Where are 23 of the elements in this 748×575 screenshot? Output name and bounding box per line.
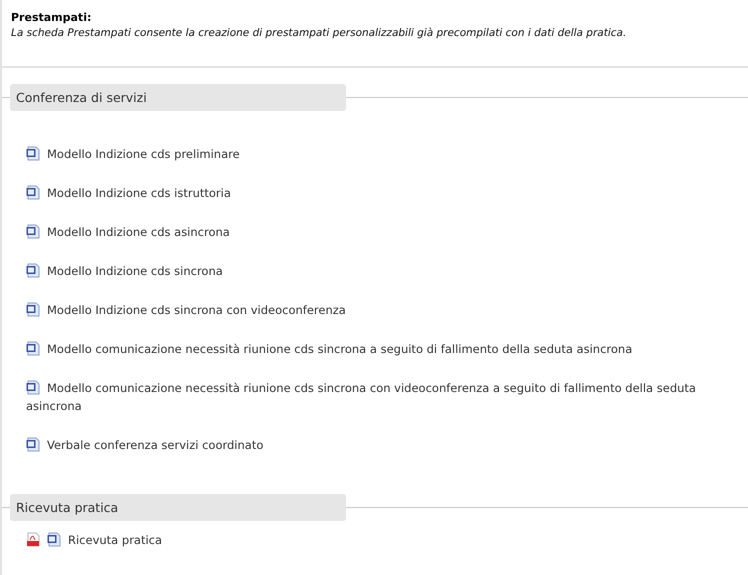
template-link[interactable]: Modello Indizione cds istruttoria <box>26 184 708 202</box>
word-document-icon[interactable] <box>26 146 40 161</box>
group-legend: Conferenza di servizi <box>10 84 346 111</box>
section-title: Prestampati: <box>11 11 92 24</box>
template-link[interactable]: Modello Indizione cds preliminare <box>26 145 708 163</box>
template-link[interactable]: Modello Indizione cds asincrona <box>26 223 708 241</box>
template-link[interactable]: Modello comunicazione necessità riunione cds sincrona a seguito di fallimento della seduta asincrona <box>26 340 708 358</box>
word-document-icon[interactable] <box>47 532 61 547</box>
template-link[interactable]: Modello Indizione cds sincrona con videoconferenza <box>26 301 708 319</box>
word-document-icon[interactable] <box>26 224 40 239</box>
word-document-icon[interactable] <box>26 263 40 278</box>
word-document-icon[interactable] <box>26 341 40 356</box>
template-link[interactable]: Ricevuta pratica <box>26 531 748 549</box>
template-link[interactable]: Verbale conferenza servizi coordinato <box>26 436 708 454</box>
template-link[interactable]: Modello comunicazione necessità riunione cds sincrona con videoconferenza a seguito di fallimento della seduta asincrona <box>26 379 708 415</box>
word-document-icon[interactable] <box>26 380 40 395</box>
word-document-icon[interactable] <box>26 302 40 317</box>
word-document-icon[interactable] <box>26 437 40 452</box>
template-link[interactable]: Modello Indizione cds sincrona <box>26 262 708 280</box>
word-document-icon[interactable] <box>26 185 40 200</box>
group-legend: Ricevuta pratica <box>10 494 346 521</box>
description-text: La scheda Prestampati consente la creazione di prestampati personalizzabili già precompilati con i dati della pratica. <box>11 27 628 39</box>
pdf-icon[interactable] <box>26 532 40 547</box>
